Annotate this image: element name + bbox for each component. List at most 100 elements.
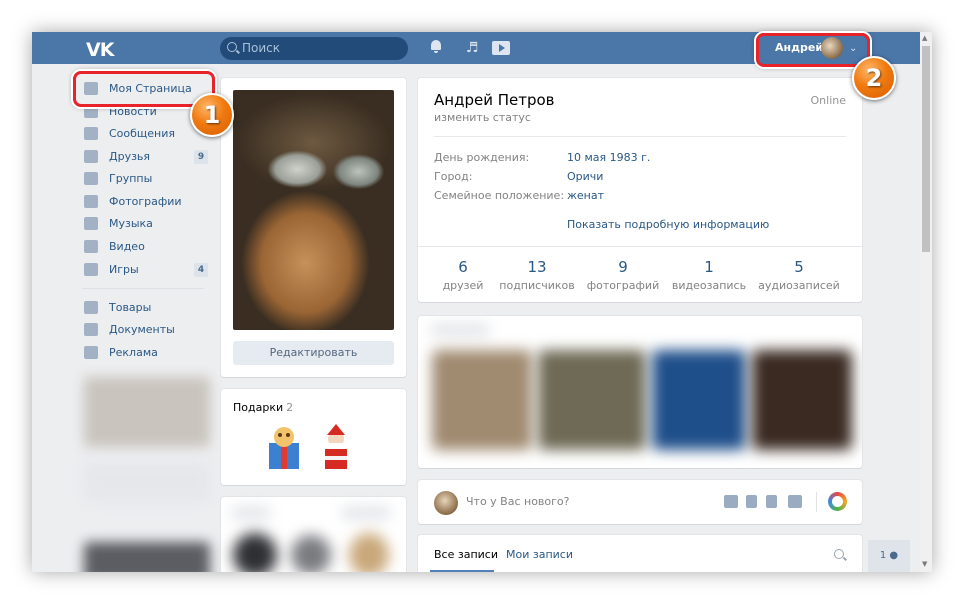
info-label-birthday: День рождения: — [434, 151, 530, 164]
blurred-text — [231, 507, 271, 519]
scroll-down-arrow[interactable]: ▼ — [922, 560, 927, 568]
separator — [816, 492, 817, 512]
camera-icon — [84, 195, 98, 208]
film-icon — [84, 240, 98, 253]
separator — [418, 246, 862, 247]
gamepad-icon — [84, 263, 98, 276]
counter-value: 5 — [794, 258, 804, 276]
sidebar-item-friends[interactable]: Друзья 9 — [84, 147, 214, 167]
blurred-ad — [84, 377, 210, 447]
gifts-card: Подарки 2 — [221, 389, 406, 485]
sidebar-item-groups[interactable]: Группы — [84, 169, 214, 189]
blurred-photo[interactable] — [652, 350, 746, 450]
status-link[interactable]: изменить статус — [434, 111, 531, 124]
sidebar-divider — [82, 288, 204, 289]
search-icon[interactable] — [834, 549, 844, 559]
document-icon — [84, 323, 98, 336]
search-icon — [227, 42, 237, 52]
santa-gift-icon — [325, 424, 347, 469]
counter-audio[interactable]: 5 аудиозаписей — [754, 258, 844, 292]
sidebar-item-ads[interactable]: Реклама — [84, 343, 214, 363]
counter-value: 1 — [704, 258, 714, 276]
scroll-thumb[interactable] — [922, 46, 930, 252]
blurred-text — [430, 324, 490, 336]
messages-icon — [84, 127, 98, 140]
video-icon[interactable] — [492, 41, 510, 55]
sidebar-item-games[interactable]: Игры 4 — [84, 260, 214, 280]
blurred-photo[interactable] — [538, 350, 646, 450]
profile-photo-card: Редактировать — [221, 78, 406, 377]
counter-label: подписчиков — [499, 279, 575, 292]
friends-icon — [84, 150, 98, 163]
sidebar-item-label: Документы — [109, 323, 175, 336]
gifts-count: 2 — [286, 401, 294, 414]
photos-card — [418, 316, 862, 468]
separator — [434, 136, 846, 137]
sidebar-item-video[interactable]: Видео — [84, 237, 214, 257]
gift-box-icon — [269, 427, 299, 469]
sidebar-item-documents[interactable]: Документы — [84, 320, 214, 340]
tab-all-posts[interactable]: Все записи — [434, 548, 498, 561]
show-more-info-link[interactable]: Показать подробную информацию — [567, 218, 769, 231]
profile-photo[interactable] — [233, 90, 394, 330]
sidebar-item-goods[interactable]: Товары — [84, 298, 214, 318]
bag-icon — [84, 301, 98, 314]
counter-followers[interactable]: 13 подписчиков — [492, 258, 582, 292]
info-value-birthday[interactable]: 10 мая 1983 г. — [567, 151, 650, 164]
blurred-ad — [84, 462, 210, 502]
sidebar-item-photos[interactable]: Фотографии — [84, 192, 214, 212]
info-value-city[interactable]: Оричи — [567, 170, 603, 183]
browser-window: VK Поиск ♬ Андрей ⌄ ▲ ▼ Моя Страница Нов… — [32, 32, 932, 572]
friends-online-count: 1 — [879, 550, 887, 561]
counter-label: видеозапись — [671, 279, 747, 292]
counter-photos[interactable]: 9 фотографий — [578, 258, 668, 292]
sidebar-item-label: Фотографии — [109, 195, 182, 208]
sidebar-item-music[interactable]: Музыка — [84, 214, 214, 234]
search-input[interactable]: Поиск — [220, 37, 408, 60]
sidebar-item-label: Реклама — [109, 346, 158, 359]
counter-videos[interactable]: 1 видеозапись — [664, 258, 754, 292]
avatar — [434, 491, 458, 515]
gifts-title[interactable]: Подарки 2 — [233, 401, 293, 414]
info-label-relationship: Семейное положение: — [434, 189, 565, 202]
count-badge: 9 — [194, 150, 208, 164]
music-icon — [84, 217, 98, 230]
post-input[interactable]: Что у Вас нового? — [466, 495, 570, 508]
sidebar-item-label: Сообщения — [109, 127, 176, 140]
sidebar-item-label: Видео — [109, 240, 145, 253]
megaphone-icon — [84, 346, 98, 359]
camera-icon[interactable] — [724, 495, 738, 508]
palette-icon[interactable] — [828, 492, 847, 511]
friends-online-widget[interactable]: 1 ● — [868, 540, 910, 572]
film-icon[interactable] — [746, 495, 757, 508]
active-tab-indicator — [430, 570, 494, 572]
music-icon[interactable]: ♬ — [466, 40, 479, 56]
gift-icon[interactable] — [317, 423, 355, 471]
blurred-text — [341, 507, 391, 519]
scrollbar[interactable]: ▲ ▼ — [920, 32, 932, 572]
info-label-city: Город: — [434, 170, 473, 183]
friends-card — [221, 497, 406, 572]
info-value-relationship[interactable]: женат — [567, 189, 604, 202]
count-badge: 4 — [194, 263, 208, 277]
edit-profile-button[interactable]: Редактировать — [233, 341, 394, 365]
music-icon[interactable] — [766, 495, 777, 508]
post-composer[interactable]: Что у Вас нового? — [418, 480, 862, 524]
blurred-avatar — [291, 535, 331, 572]
gifts-title-label: Подарки — [233, 401, 284, 414]
scroll-up-arrow[interactable]: ▲ — [922, 34, 927, 42]
counter-value: 9 — [618, 258, 628, 276]
groups-icon — [84, 172, 98, 185]
blurred-avatar — [233, 533, 277, 572]
blurred-avatar — [349, 533, 389, 572]
bell-icon[interactable] — [430, 40, 442, 53]
text-icon[interactable] — [788, 495, 802, 508]
blurred-photo[interactable] — [432, 350, 532, 450]
search-placeholder: Поиск — [242, 41, 281, 55]
callout-badge-1: 1 — [190, 93, 234, 137]
vk-logo[interactable]: VK — [86, 39, 114, 61]
online-status: Online — [810, 94, 846, 107]
blurred-photo[interactable] — [752, 350, 852, 450]
tab-my-posts[interactable]: Мои записи — [506, 548, 573, 561]
gift-icon[interactable] — [265, 423, 303, 471]
